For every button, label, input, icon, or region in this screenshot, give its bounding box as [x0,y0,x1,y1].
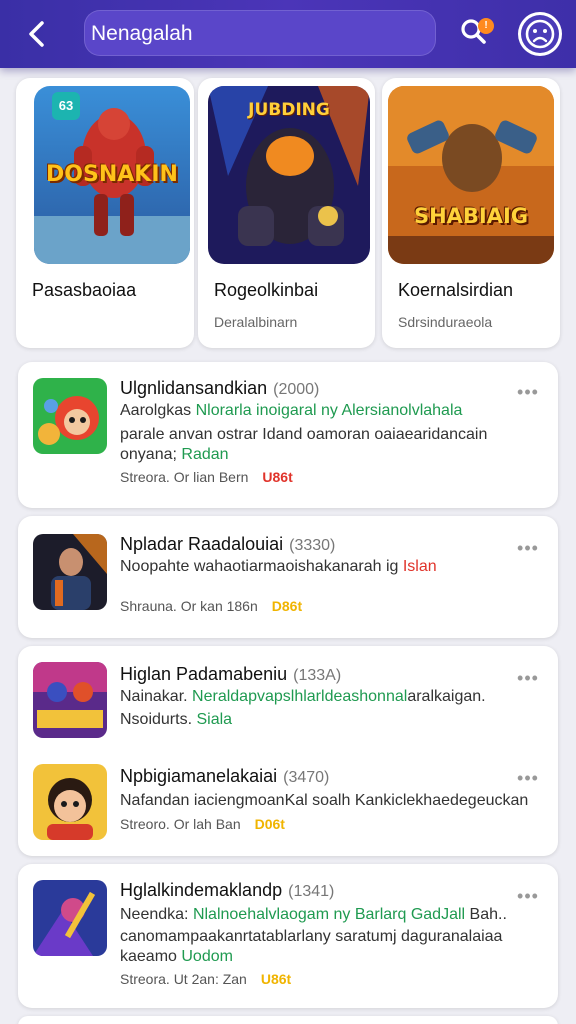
list-item[interactable]: Npladar Raadalouiai (3330) Noopahte wahao… [18,516,558,638]
game-meta: Streoro. Or lah Ban D06t [120,816,285,832]
featured-games-row: DOSNAKIN 63 Pasasbaoiaa JUBDING Rogeolki… [16,78,560,350]
search-field[interactable] [84,10,436,57]
game-meta: Streora. Or lian Bern U86t [120,469,293,485]
review-count: (3470) [283,769,330,786]
featured-title: Pasasbaoiaa [32,280,137,300]
game-thumbnail: ​ [33,662,107,738]
review-count: (1341) [288,883,335,900]
featured-card-3[interactable]: SHABIAIG Koernalsirdian Sdrsinduraeola [382,78,560,348]
game-list-card: Ulgnlidansandkian (2000) Aarolgkas Nlorar… [18,362,558,508]
featured-card-1[interactable]: DOSNAKIN 63 Pasasbaoiaa [16,78,194,348]
list-item[interactable]: Ulgnlidansandkian (2000) Aarolgkas Nlorar… [18,362,558,508]
game-description-line: Noopahte wahaotiarmaoishakanarah ig Isla… [120,558,437,575]
search-input[interactable] [91,11,421,57]
notification-badge: ! [478,18,494,34]
game-description-line: canomampaakanrtatablarlany saratumj dagu… [120,928,503,945]
game-thumbnail [33,378,107,454]
game-list-card: Hglalkindemaklandp (1341) Neendka: Nlalno… [18,864,558,1008]
game-title: Ulgnlidansandkian (2000) [120,378,320,398]
game-title: Higlan Padamabeniu (133A) [120,664,342,684]
more-options-button[interactable]: ••• [512,887,544,906]
more-options-button[interactable]: ••• [512,383,544,402]
price-tag: D06t [254,816,285,832]
more-options-button[interactable]: ••• [512,669,544,688]
game-cover-art: JUBDING [208,86,370,264]
featured-subtitle: Deralalbinarn [214,314,298,330]
price-tag: D86t [271,598,303,614]
game-description-line: onyana; Radan [120,446,229,463]
list-item[interactable]: ​ Higlan Padamabeniu(133A) Nainakar. Ner… [18,646,558,746]
game-cover-title: JUBDING [248,100,330,120]
game-description-line: Neendka: Nlalnoehalvlaogam ny Barlarq Ga… [120,906,507,923]
game-description-line: Nafandan iaciengmoanKal soalh Kankiclekh… [120,792,529,809]
more-options-button[interactable]: ••• [512,769,544,788]
game-description-line: kaeamo Uodom [120,948,233,965]
game-cover-title: SHABIAIG [413,204,529,228]
game-description-line: parale anvan ostrar Idand oamoran oaiaea… [120,426,488,443]
game-description-line: Nainakar. Neraldapvapslhlarldeashonnalar… [120,688,486,705]
more-dots-icon: ••• [517,768,539,788]
review-count: (2000) [273,381,320,398]
game-title: Npladar Raadalouiai (3330) [120,534,336,554]
game-cover-art: SHABIAIG [388,86,554,264]
game-meta: Shrauna. Or kan 186n D86t [120,598,303,614]
game-list-card-partial [18,1016,558,1024]
game-thumbnail [33,764,107,840]
chevron-left-icon [29,21,44,47]
price-tag: U86t [262,469,293,485]
search-button[interactable]: ! [458,16,498,52]
more-options-button[interactable]: ••• [512,539,544,558]
game-cover-title: ​ [33,712,107,723]
review-count: (133A) [293,667,342,684]
user-face-icon [521,15,559,53]
game-cover-title: DOSNAKIN [46,162,178,187]
game-list-card: ​ Higlan Padamabeniu(133A) Nainakar. Ner… [18,646,558,856]
review-count: (3330) [289,537,336,554]
more-dots-icon: ••• [517,382,539,402]
game-title: Npbigiamanelakaiai (3470) [120,766,330,786]
game-cover-badge: 63 [58,98,74,113]
more-dots-icon: ••• [517,886,539,906]
game-description-line: Nsoidurts. Siala [120,711,233,728]
featured-title: Rogeolkinbai [214,280,319,300]
game-cover-art: DOSNAKIN 63 [34,86,190,264]
game-thumbnail [33,880,107,956]
more-dots-icon: ••• [517,538,539,558]
featured-subtitle: Sdrsinduraeola [398,314,493,330]
more-dots-icon: ••• [517,668,539,688]
game-thumbnail [33,534,107,610]
game-meta: Streora. Ut 2an: Zan U86t [120,971,292,987]
top-app-bar: ! [0,0,576,68]
featured-card-2[interactable]: JUBDING Rogeolkinbai Deralalbinarn [198,78,375,348]
back-button[interactable] [18,14,58,54]
game-description-line: Aarolgkas Nlorarla inoigaral ny Alersian… [120,402,463,419]
featured-title: Koernalsirdian [398,280,514,300]
profile-avatar-button[interactable] [518,12,562,56]
list-item[interactable]: Npbigiamanelakaiai (3470) Nafandan iacien… [18,750,558,854]
game-list-card: Npladar Raadalouiai (3330) Noopahte wahao… [18,516,558,638]
game-title: Hglalkindemaklandp (1341) [120,880,335,900]
list-item[interactable]: Hglalkindemaklandp (1341) Neendka: Nlalno… [18,864,558,1008]
price-tag: U86t [260,971,292,987]
